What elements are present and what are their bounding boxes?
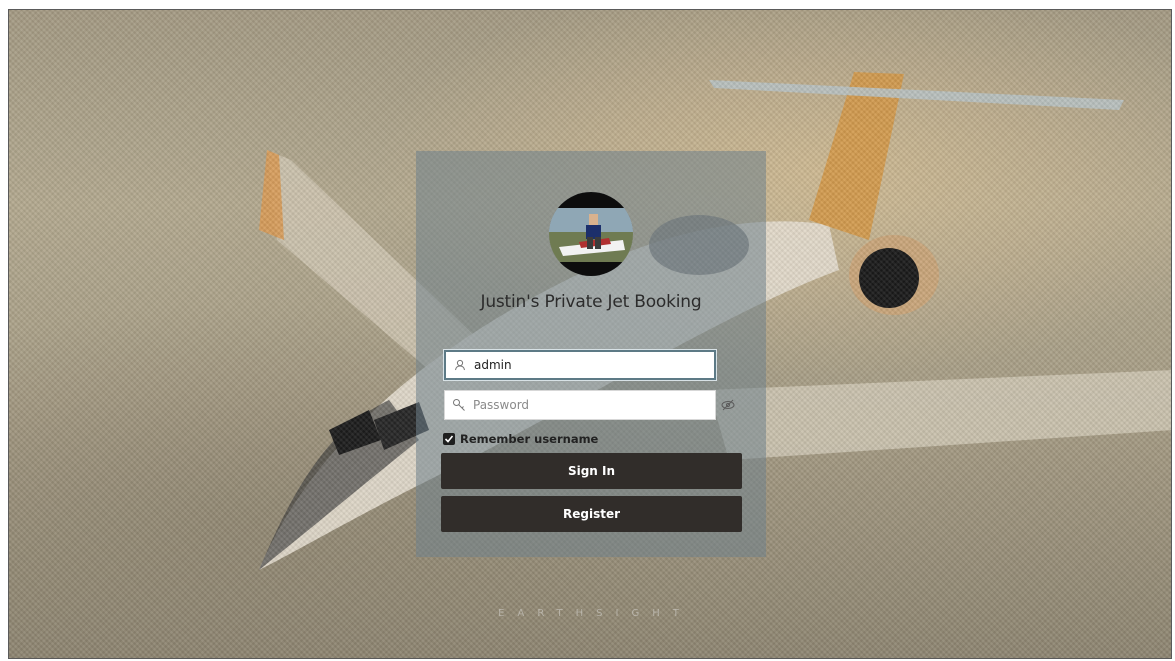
register-button[interactable]: Register [441,496,742,532]
password-input[interactable] [473,398,703,412]
avatar-photo [549,192,633,276]
user-icon [446,352,474,378]
login-panel: Justin's Private Jet Booking admin Remem… [416,151,766,557]
key-icon [445,391,473,419]
remember-checkbox[interactable] [443,433,455,445]
username-field[interactable] [444,350,716,380]
screen: Justin's Private Jet Booking admin Remem… [0,0,1175,661]
remember-label: Remember username [460,432,599,446]
eye-slash-icon[interactable] [720,397,736,413]
profile-avatar [549,192,633,276]
sign-in-button[interactable]: Sign In [441,453,742,489]
app-title: Justin's Private Jet Booking [480,292,702,312]
photo-watermark: EARTHSIGHT [498,608,692,619]
password-field[interactable] [444,390,716,420]
checkmark-icon [444,435,454,443]
remember-username[interactable]: Remember username [443,432,598,446]
username-input[interactable] [474,358,704,372]
